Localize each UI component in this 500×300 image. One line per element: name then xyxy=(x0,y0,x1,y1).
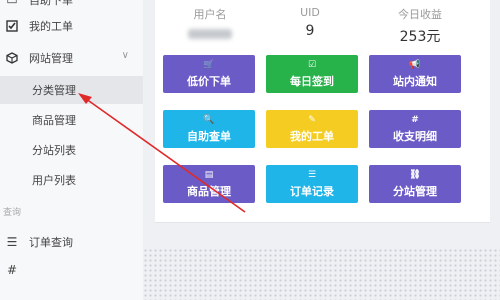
hash-icon: # xyxy=(6,263,18,277)
tile-low-price-order[interactable]: 🛒 低价下单 xyxy=(163,55,255,93)
tile-label: 我的工单 xyxy=(290,129,334,143)
tile-finance-details[interactable]: # 收支明细 xyxy=(369,110,461,148)
tile-substation-management[interactable]: ⛓ 分站管理 xyxy=(369,165,461,203)
tile-label: 自助查单 xyxy=(187,129,231,143)
list-icon: ☰ xyxy=(6,235,18,249)
cart-icon: 🛒 xyxy=(203,59,215,70)
search-icon: 🔍 xyxy=(203,114,215,125)
sidebar-item-label: 分类管理 xyxy=(32,84,76,97)
tile-label: 订单记录 xyxy=(290,184,334,198)
sidebar-item-label: 自助下单 xyxy=(29,0,73,7)
stat-value: 253元 xyxy=(399,29,441,45)
sidebar-item-order-query[interactable]: ☰ 订单查询 xyxy=(0,228,143,256)
tile-label: 低价下单 xyxy=(187,74,231,88)
edit-icon: ✎ xyxy=(308,114,316,125)
sidebar-item-category-management[interactable]: 分类管理 xyxy=(0,76,143,104)
sidebar-section-query: 查询 xyxy=(3,208,22,218)
tile-site-notice[interactable]: 📢 站内通知 xyxy=(369,55,461,93)
tile-label: 分站管理 xyxy=(393,184,437,198)
dotted-background xyxy=(143,248,500,300)
tile-label: 商品管理 xyxy=(187,184,231,198)
sidebar-item-user-list[interactable]: 用户列表 xyxy=(0,166,143,194)
stat-today-income: 今日收益 253元 xyxy=(365,6,475,46)
megaphone-icon: 📢 xyxy=(409,59,421,70)
sidebar-item-product-management[interactable]: 商品管理 xyxy=(0,106,143,134)
sidebar-item-partial[interactable]: # xyxy=(0,256,143,284)
sidebar-item-label: 订单查询 xyxy=(29,236,73,249)
stat-username: 用户名 xyxy=(155,6,265,42)
tile-label: 收支明细 xyxy=(393,129,437,143)
sidebar-item-label: 网站管理 xyxy=(29,52,73,65)
stat-uid: UID 9 xyxy=(255,6,365,39)
cube-icon xyxy=(5,51,19,65)
sidebar-item-label: 我的工单 xyxy=(29,20,73,33)
stat-label: 今日收益 xyxy=(398,8,442,21)
stat-label: UID xyxy=(300,6,320,19)
sidebar-item-my-orders[interactable]: 我的工单 xyxy=(0,12,143,40)
sidebar-item-label: 商品管理 xyxy=(32,114,76,127)
cart-icon: ▭ xyxy=(6,0,18,7)
checkbox-icon xyxy=(5,19,19,33)
sidebar-item-label: 用户列表 xyxy=(32,174,76,187)
sidebar: ▭ 自助下单 我的工单 网站管理 ∨ 分类管理 商品管理 分站列表 用户列表 查… xyxy=(0,0,143,300)
stat-value: 9 xyxy=(305,23,315,39)
stat-label: 用户名 xyxy=(193,8,227,21)
chevron-down-icon: ∨ xyxy=(121,50,129,61)
hash-icon: # xyxy=(411,114,419,125)
sidebar-item-label: 分站列表 xyxy=(32,144,76,157)
tile-order-records[interactable]: ☰ 订单记录 xyxy=(266,165,358,203)
tile-label: 站内通知 xyxy=(393,74,437,88)
sitemap-icon: ⛓ xyxy=(409,169,421,180)
sidebar-item-substation-list[interactable]: 分站列表 xyxy=(0,136,143,164)
tile-self-query[interactable]: 🔍 自助查单 xyxy=(163,110,255,148)
tile-daily-checkin[interactable]: ☑ 每日签到 xyxy=(266,55,358,93)
tile-product-management[interactable]: ▤ 商品管理 xyxy=(163,165,255,203)
sidebar-item-site-management[interactable]: 网站管理 ∨ xyxy=(0,44,143,72)
stat-value-blurred xyxy=(155,26,265,42)
tile-label: 每日签到 xyxy=(290,74,334,88)
checkbox-icon: ☑ xyxy=(307,59,317,70)
tile-my-orders[interactable]: ✎ 我的工单 xyxy=(266,110,358,148)
dashboard-card: 用户名 UID 9 今日收益 253元 🛒 低价下单 ☑ 每日签到 📢 站内通知… xyxy=(155,0,490,223)
product-icon: ▤ xyxy=(204,169,214,180)
list-icon: ☰ xyxy=(307,169,317,180)
